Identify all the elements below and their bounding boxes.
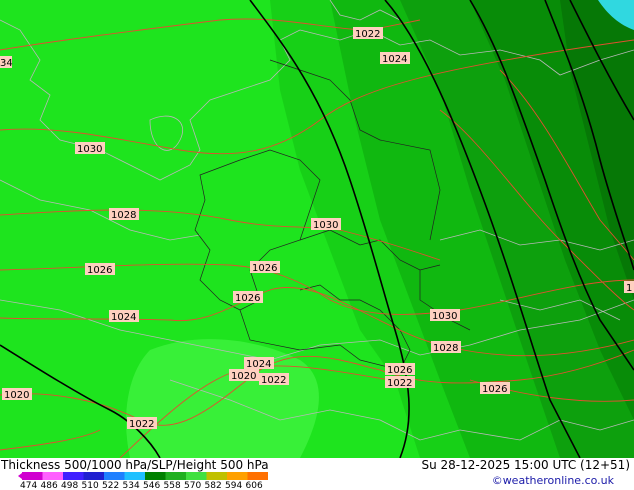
legend-value: 606 xyxy=(246,481,263,488)
svg-text:1022: 1022 xyxy=(355,29,380,40)
svg-text:1020: 1020 xyxy=(4,390,29,401)
svg-text:1: 1 xyxy=(626,283,632,294)
isobar-label-1026-c: 1026 xyxy=(233,291,263,304)
isobar-label-1026-e: 1026 xyxy=(480,382,510,395)
legend-swatch xyxy=(104,472,125,480)
legend-value: 498 xyxy=(61,481,78,488)
legend-swatch xyxy=(165,472,186,480)
legend-value: 582 xyxy=(205,481,222,488)
legend-value: 522 xyxy=(102,481,119,488)
legend-value: 558 xyxy=(164,481,181,488)
legend-value: 570 xyxy=(184,481,201,488)
svg-text:34: 34 xyxy=(0,58,13,69)
map-title: Thickness 500/1000 hPa/SLP/Height 500 hP… xyxy=(1,458,269,472)
legend-swatch xyxy=(206,472,227,480)
isobar-label-1022-b: 1022 xyxy=(259,373,289,386)
svg-text:1026: 1026 xyxy=(387,365,412,376)
isobar-label-34: 34 xyxy=(0,56,13,69)
isobar-label-1028-b: 1028 xyxy=(431,341,461,354)
footer-bar: Thickness 500/1000 hPa/SLP/Height 500 hP… xyxy=(0,458,634,490)
svg-text:1026: 1026 xyxy=(235,293,260,304)
svg-text:1020: 1020 xyxy=(231,371,256,382)
color-scale-legend: 474 486 498 510 522 534 546 558 570 582 594 606 xyxy=(18,472,268,488)
legend-swatch xyxy=(145,472,166,480)
svg-text:1028: 1028 xyxy=(111,210,136,221)
isobar-label-edge: 1 xyxy=(624,281,634,294)
isobar-label-1024-a: 1024 xyxy=(380,52,410,65)
legend-arrow-left xyxy=(18,473,22,479)
legend-value: 546 xyxy=(143,481,160,488)
legend-value: 474 xyxy=(20,481,37,488)
isobar-label-1024-c: 1024 xyxy=(244,357,274,370)
isobar-label-1030-c: 1030 xyxy=(430,309,460,322)
weather-map: 1022 1024 34 1030 1028 1030 1026 1026 10… xyxy=(0,0,634,458)
legend-swatch xyxy=(22,472,43,480)
svg-text:1030: 1030 xyxy=(313,220,338,231)
svg-text:1026: 1026 xyxy=(482,384,507,395)
legend-swatch xyxy=(247,472,268,480)
isobar-label-1024-b: 1024 xyxy=(109,310,139,323)
map-datetime: Su 28-12-2025 15:00 UTC (12+51) xyxy=(421,458,630,472)
svg-text:1022: 1022 xyxy=(387,378,412,389)
isobar-label-1026-d: 1026 xyxy=(385,363,415,376)
legend-swatch xyxy=(42,472,63,480)
svg-text:1026: 1026 xyxy=(252,263,277,274)
legend-value: 510 xyxy=(82,481,99,488)
legend-value: 486 xyxy=(41,481,58,488)
svg-text:1024: 1024 xyxy=(246,359,271,370)
isobar-label-1022-c: 1022 xyxy=(385,376,415,389)
svg-text:1026: 1026 xyxy=(87,265,112,276)
isobar-label-1020-a: 1020 xyxy=(229,369,259,382)
legend-swatch xyxy=(186,472,207,480)
legend-swatch xyxy=(63,472,84,480)
isobar-label-1026-b: 1026 xyxy=(250,261,280,274)
isobar-label-1022-a: 1022 xyxy=(353,27,383,40)
isobar-label-1022-d: 1022 xyxy=(127,417,157,430)
svg-text:1024: 1024 xyxy=(382,54,407,65)
isobar-label-1020-b: 1020 xyxy=(2,388,32,401)
isobar-label-1028-a: 1028 xyxy=(109,208,139,221)
svg-text:1022: 1022 xyxy=(261,375,286,386)
legend-value: 534 xyxy=(123,481,140,488)
svg-text:1030: 1030 xyxy=(77,144,102,155)
legend-swatch xyxy=(124,472,145,480)
svg-text:1022: 1022 xyxy=(129,419,154,430)
legend-swatch xyxy=(227,472,248,480)
svg-text:1028: 1028 xyxy=(433,343,458,354)
legend-value: 594 xyxy=(225,481,242,488)
credit-text: ©weatheronline.co.uk xyxy=(491,474,614,487)
legend-swatch xyxy=(83,472,104,480)
isobar-label-1030-a: 1030 xyxy=(75,142,105,155)
isobar-label-1026-a: 1026 xyxy=(85,263,115,276)
svg-text:1024: 1024 xyxy=(111,312,136,323)
svg-text:1030: 1030 xyxy=(432,311,457,322)
isobar-label-1030-b: 1030 xyxy=(311,218,341,231)
